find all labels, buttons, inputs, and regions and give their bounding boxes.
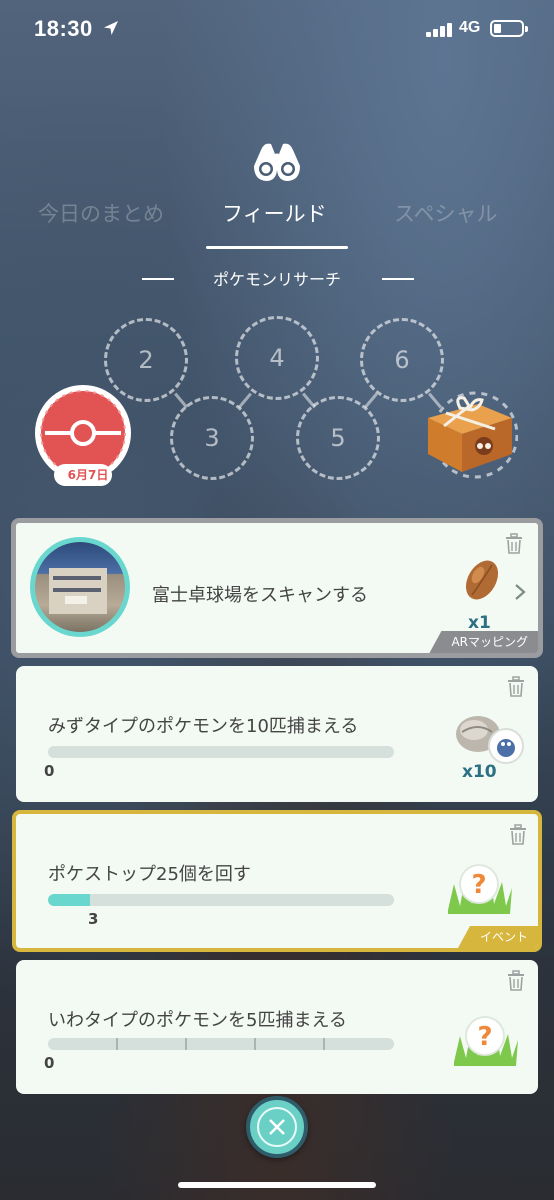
stamp-connector bbox=[364, 392, 378, 409]
reward-quantity: x10 bbox=[462, 762, 497, 782]
research-breakthrough-box-icon bbox=[428, 391, 518, 479]
stamp-slot-5: 5 bbox=[296, 396, 380, 480]
trash-icon[interactable] bbox=[506, 676, 526, 698]
research-task-card[interactable]: 富士卓球場をスキャンする x1 ARマッピング bbox=[11, 518, 543, 658]
binoculars-icon bbox=[254, 143, 300, 181]
pinap-berry-icon bbox=[465, 560, 499, 600]
task-progress-bar bbox=[48, 746, 394, 758]
tab-field[interactable]: フィールド bbox=[222, 198, 327, 228]
svg-text:?: ? bbox=[477, 1022, 492, 1052]
research-stamps: 6月7日 2 3 4 5 6 bbox=[0, 300, 554, 500]
collected-stamp: 6月7日 bbox=[28, 380, 138, 500]
task-progress-bar bbox=[48, 894, 394, 906]
location-arrow-icon bbox=[104, 21, 118, 35]
task-description: 富士卓球場をスキャンする bbox=[152, 585, 368, 606]
task-description: みずタイプのポケモンを10匹捕まえる bbox=[48, 716, 359, 737]
section-title: ポケモンリサーチ bbox=[212, 270, 341, 289]
chevron-right-icon[interactable] bbox=[514, 583, 526, 601]
event-tag: イベント bbox=[457, 926, 538, 948]
tab-special[interactable]: スペシャル bbox=[394, 198, 498, 228]
task-description: いわタイプのポケモンを5匹捕まえる bbox=[48, 1010, 347, 1031]
status-bar: 18:30 4G bbox=[0, 0, 554, 60]
trash-icon[interactable] bbox=[508, 824, 528, 846]
mystery-encounter-icon: ? bbox=[454, 1016, 518, 1066]
pokestop-photo bbox=[30, 537, 130, 637]
research-task-card[interactable]: ポケストップ25個を回す 3 ? イベント bbox=[12, 810, 542, 952]
pokestop-image bbox=[35, 542, 125, 632]
home-indicator bbox=[178, 1182, 376, 1188]
task-progress-count: 0 bbox=[44, 1054, 55, 1072]
stamp-slot-2: 2 bbox=[104, 318, 188, 402]
mystery-encounter-icon: ? bbox=[448, 864, 512, 914]
stamp-connector bbox=[174, 392, 188, 409]
close-button[interactable] bbox=[246, 1096, 308, 1158]
task-progress-count: 3 bbox=[88, 910, 99, 928]
task-description: ポケストップ25個を回す bbox=[48, 864, 251, 885]
svg-text:?: ? bbox=[471, 870, 486, 900]
research-task-card[interactable]: いわタイプのポケモンを5匹捕まえる 0 ? bbox=[16, 960, 538, 1094]
title-dash-right bbox=[382, 278, 414, 280]
task-progress-bar bbox=[48, 1038, 394, 1050]
stamp-connector bbox=[238, 392, 252, 409]
reward-quantity: x1 bbox=[468, 613, 491, 633]
battery-icon bbox=[490, 20, 528, 37]
network-type: 4G bbox=[459, 19, 481, 36]
status-time: 18:30 bbox=[34, 16, 93, 41]
research-task-card[interactable]: みずタイプのポケモンを10匹捕まえる 0 x10 bbox=[16, 666, 538, 802]
close-icon bbox=[257, 1107, 297, 1147]
stamp-slot-3: 3 bbox=[170, 396, 254, 480]
research-tabs: 今日のまとめ フィールド スペシャル bbox=[0, 198, 554, 238]
stone-icon bbox=[456, 716, 524, 764]
active-tab-indicator bbox=[206, 246, 348, 249]
trash-icon[interactable] bbox=[506, 970, 526, 992]
tab-today-summary[interactable]: 今日のまとめ bbox=[38, 198, 164, 228]
task-progress-count: 0 bbox=[44, 762, 55, 780]
stamp-date: 6月7日 bbox=[67, 468, 109, 482]
ar-mapping-tag: ARマッピング bbox=[429, 631, 538, 653]
cellular-signal-icon bbox=[426, 21, 454, 37]
stamp-slot-4: 4 bbox=[235, 316, 319, 400]
trash-icon[interactable] bbox=[504, 533, 524, 555]
